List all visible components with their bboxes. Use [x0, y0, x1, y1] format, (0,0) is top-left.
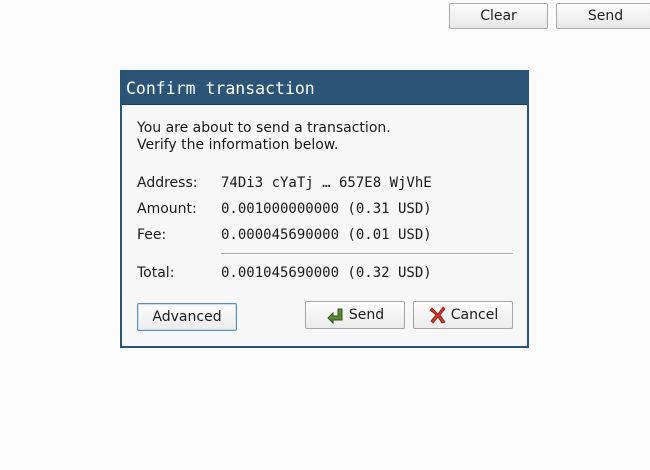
dialog-send-label: Send: [348, 307, 385, 323]
clear-button[interactable]: Clear: [449, 3, 548, 29]
wallet-page: Clear Send Confirm transaction You are a…: [0, 0, 650, 470]
total-divider: [221, 253, 513, 255]
message-line-1: You are about to send a transaction.: [137, 120, 391, 136]
send-arrow-icon: [326, 305, 346, 325]
total-label: Total:: [137, 265, 175, 281]
cancel-button[interactable]: Cancel: [413, 301, 513, 329]
address-label: Address:: [137, 175, 198, 191]
address-value: 74Di3 cYaTj … 657E8 WjVhE: [221, 175, 432, 191]
send-button[interactable]: Send: [556, 3, 650, 29]
advanced-button[interactable]: Advanced: [137, 303, 237, 331]
confirm-transaction-dialog: Confirm transaction You are about to sen…: [120, 70, 529, 348]
amount-value: 0.001000000000 (0.31 USD): [221, 201, 432, 217]
total-value: 0.001045690000 (0.32 USD): [221, 265, 432, 281]
cancel-x-icon: [428, 305, 448, 325]
cancel-label: Cancel: [450, 307, 499, 323]
fee-value: 0.000045690000 (0.01 USD): [221, 227, 432, 243]
fee-label: Fee:: [137, 227, 167, 243]
message-line-2: Verify the information below.: [137, 137, 339, 153]
dialog-content: You are about to send a transaction. Ver…: [122, 105, 527, 348]
dialog-message: You are about to send a transaction. Ver…: [137, 120, 391, 154]
dialog-send-button[interactable]: Send: [305, 301, 405, 329]
dialog-title: Confirm transaction: [122, 72, 527, 105]
amount-label: Amount:: [137, 201, 197, 217]
